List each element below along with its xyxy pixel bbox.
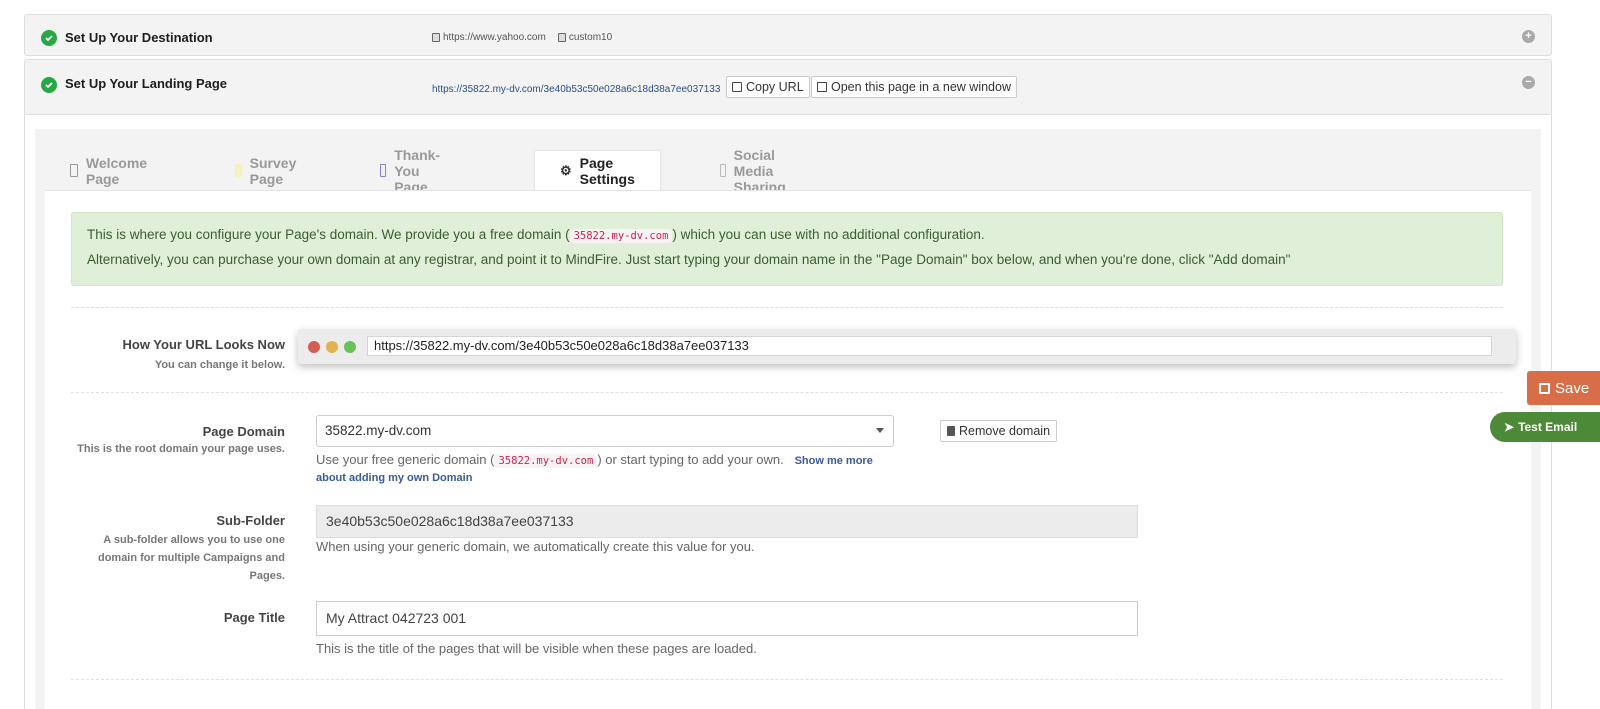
domain-info-alert: This is where you configure your Page's … [71,212,1503,286]
url-preview-label: How Your URL Looks Now [122,337,285,352]
save-label: Save [1555,379,1590,397]
floppy-disk-icon [1539,382,1550,394]
tab-thank-you-page[interactable]: Thank-You Page [355,147,470,195]
dropdown-arrow-icon [876,428,884,433]
show-more-link[interactable]: Show me more [795,455,873,467]
trash-icon [947,426,955,436]
minimize-dot-icon [326,341,338,353]
page-domain-value: 35822.my-dv.com [325,423,432,438]
landing-panel-header[interactable]: Set Up Your Landing Page https://35822.m… [24,59,1552,115]
note-icon [235,164,242,177]
copy-icon [732,82,742,92]
page-title-input[interactable]: My Attract 042723 001 [316,601,1138,636]
sub-folder-sublabel-3: Pages. [249,570,285,582]
url-preview-sublabel: You can change it below. [154,359,285,371]
sub-folder-input: 3e40b53c50e028a6c18d38a7ee037133 [316,505,1138,538]
document-icon [380,164,387,177]
expand-icon[interactable]: + [1522,30,1535,43]
page-domain-sublabel: This is the root domain your page uses. [77,443,285,455]
collapse-icon[interactable]: − [1522,76,1535,89]
divider [71,392,1503,393]
sub-folder-sublabel-1: A sub-folder allows you to use one [103,534,285,546]
external-link-icon [817,82,827,92]
close-dot-icon [308,341,320,353]
copy-url-button[interactable]: Copy URL [726,76,810,98]
sub-folder-sublabel-2: domain for multiple Campaigns and [97,552,285,564]
destination-url: https://www.yahoo.com [443,32,546,43]
alert-line-1: This is where you configure your Page's … [87,227,985,243]
page-title-help: This is the title of the pages that will… [316,641,757,656]
check-circle-icon [41,30,57,46]
tab-label: Social Media Sharing [733,146,786,195]
divider [71,679,1503,680]
page-title-label: Page Title [223,610,285,625]
domain-code: 35822.my-dv.com [494,454,598,468]
maximize-dot-icon [344,341,356,353]
domain-code: 35822.my-dv.com [569,229,673,243]
test-email-button[interactable]: ➤ Test Email [1490,412,1600,442]
gears-icon: ⚙ [560,163,572,178]
page-domain-help: Use your free generic domain (35822.my-d… [316,452,873,468]
share-icon [720,164,726,177]
adding-domain-link[interactable]: about adding my own Domain [316,472,472,484]
destination-meta: https://www.yahoo.com custom10 [432,32,612,43]
destination-panel-header[interactable]: Set Up Your Destination https://www.yaho… [24,14,1552,56]
tab-page-settings[interactable]: ⚙ Page Settings [534,150,661,191]
tab-label: Page Settings [579,155,635,187]
sub-folder-label: Sub-Folder [216,513,285,528]
open-window-label: Open this page in a new window [831,80,1011,94]
landing-url-link[interactable]: https://35822.my-dv.com/3e40b53c50e028a6… [432,84,720,95]
page-domain-select[interactable]: 35822.my-dv.com [316,415,894,447]
destination-title: Set Up Your Destination [65,30,213,45]
destination-tag: custom10 [568,32,613,43]
tab-label: Welcome Page [85,154,148,187]
tab-label: Thank-You Page [394,146,441,195]
remove-domain-label: Remove domain [959,424,1051,438]
document-icon [70,164,78,177]
divider [71,307,1503,308]
page-domain-label: Page Domain [202,424,285,439]
sub-folder-help: When using your generic domain, we autom… [316,539,755,554]
open-new-window-button[interactable]: Open this page in a new window [811,76,1017,98]
paper-plane-icon: ➤ [1504,420,1515,434]
tab-survey-page[interactable]: Survey Page [210,150,326,191]
landing-title: Set Up Your Landing Page [65,76,228,91]
test-email-label: Test Email [1518,420,1578,434]
tab-label: Survey Page [249,154,297,187]
copy-url-label: Copy URL [746,80,804,94]
tab-social-media-sharing[interactable]: Social Media Sharing [695,147,816,195]
tab-welcome-page[interactable]: Welcome Page [45,150,175,191]
book-icon [557,33,566,42]
save-button[interactable]: Save [1527,371,1600,405]
alert-line-2: Alternatively, you can purchase your own… [87,252,1291,267]
check-circle-icon [41,77,57,93]
remove-domain-button[interactable]: Remove domain [940,420,1058,442]
url-preview-bar: https://35822.my-dv.com/3e40b53c50e028a6… [367,336,1492,356]
book-icon [432,33,440,42]
